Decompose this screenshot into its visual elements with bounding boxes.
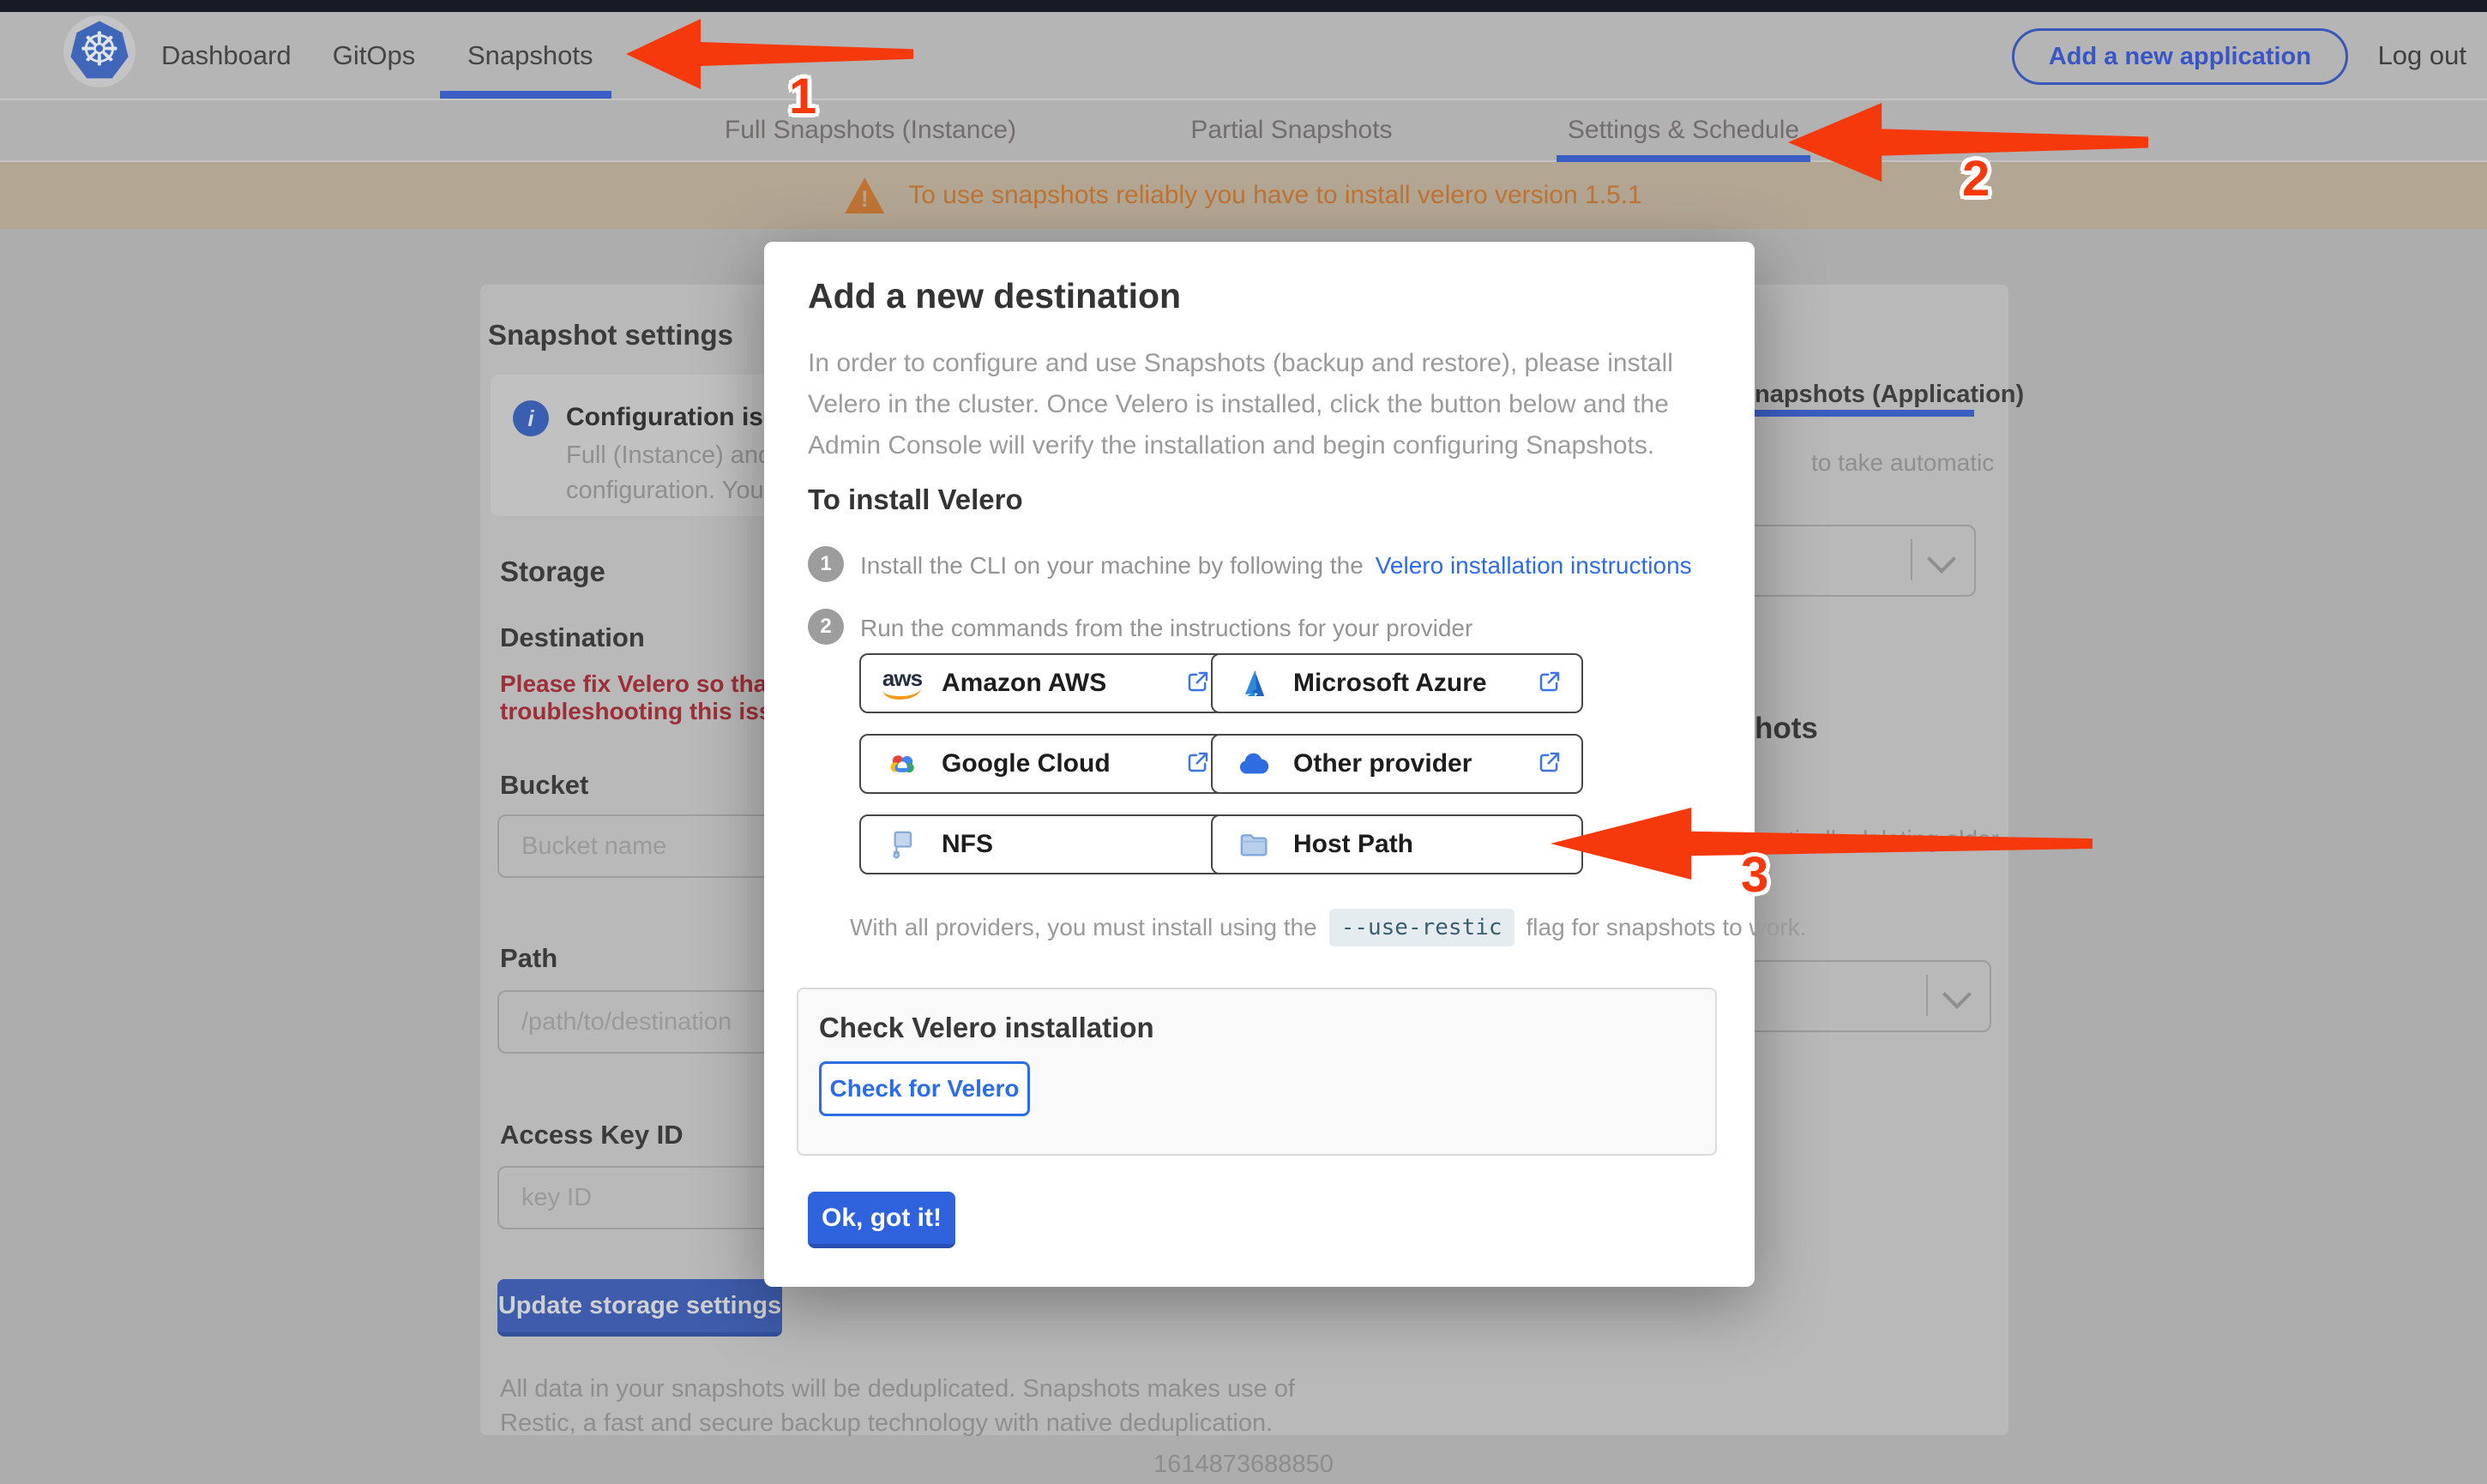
destination-heading: Destination [500, 622, 645, 652]
provider-button-aws[interactable]: aws Amazon AWS [859, 653, 1231, 713]
nav-item-gitops[interactable]: GitOps [330, 12, 418, 99]
step-1-text: Install the CLI on your machine by follo… [860, 552, 1692, 580]
step-1-badge: 1 [808, 546, 844, 582]
restic-flag-chip: --use-restic [1328, 909, 1514, 946]
provider-label: Amazon AWS [942, 669, 1107, 697]
external-link-icon [1537, 749, 1563, 779]
helm-wheel-icon: ☸ [70, 21, 129, 79]
provider-label: Microsoft Azure [1293, 669, 1487, 697]
timestamp: 1614873688850 [1153, 1451, 1334, 1478]
select-divider [1926, 975, 1928, 1016]
add-application-button[interactable]: Add a new application [2011, 28, 2348, 85]
dedup-footnote: All data in your snapshots will be dedup… [500, 1375, 1295, 1403]
annotation-label-3: 3 [1741, 847, 1769, 903]
admin-console-page: ☸ Dashboard GitOps Snapshots Add a new a… [0, 0, 2487, 1484]
tab-partial-snapshots-truncated[interactable]: napshots (Application) [1755, 381, 2024, 409]
annotation-label-1: 1 [789, 69, 817, 124]
path-label: Path [500, 943, 558, 973]
external-link-icon [1185, 669, 1211, 699]
active-nav-underline [440, 91, 611, 99]
check-velero-button[interactable]: Check for Velero [819, 1061, 1030, 1116]
schedule-hint-text: to take automatic [1811, 449, 1995, 476]
google-cloud-logo-icon [880, 746, 924, 782]
right-heading-truncated: hots [1755, 712, 1818, 745]
provider-button-host-path[interactable]: Host Path [1211, 814, 1583, 874]
annotation-label-2: 2 [1962, 151, 1990, 207]
nav-item-dashboard[interactable]: Dashboard [161, 12, 292, 99]
update-storage-button[interactable]: Update storage settings [497, 1279, 782, 1337]
provider-label: NFS [942, 830, 993, 858]
provider-button-azure[interactable]: Microsoft Azure [1211, 653, 1583, 713]
tab-settings-schedule[interactable]: Settings & Schedule [1557, 100, 1810, 160]
restic-note: With all providers, you must install usi… [850, 909, 1806, 946]
active-tab-underline [1557, 155, 1810, 162]
external-link-icon [1185, 749, 1211, 779]
window-top-strip [0, 0, 2487, 12]
external-link-icon [1537, 669, 1563, 699]
velero-instructions-link[interactable]: Velero installation instructions [1376, 552, 1692, 579]
provider-label: Other provider [1293, 749, 1472, 778]
chevron-down-icon [1927, 544, 1956, 574]
provider-button-other[interactable]: Other provider [1211, 734, 1583, 794]
velero-error-text: troubleshooting this issue [500, 698, 801, 724]
access-key-label: Access Key ID [500, 1120, 683, 1150]
nav-item-snapshots[interactable]: Snapshots [467, 12, 593, 99]
warning-icon [845, 177, 885, 213]
storage-heading: Storage [500, 556, 605, 587]
azure-logo-icon [1231, 667, 1276, 700]
restic-note-prefix: With all providers, you must install usi… [850, 914, 1317, 940]
check-velero-title: Check Velero installation [819, 1012, 1154, 1043]
info-icon: i [513, 400, 549, 436]
step-2-badge: 2 [808, 609, 844, 645]
provider-button-google-cloud[interactable]: Google Cloud [859, 734, 1231, 794]
step-2-text: Run the commands from the instructions f… [860, 615, 1473, 641]
provider-label: Google Cloud [942, 749, 1111, 778]
kubernetes-logo: ☸ [63, 15, 135, 87]
retention-select[interactable] [1715, 960, 1991, 1032]
dedup-footnote: Restic, a fast and secure backup technol… [500, 1409, 1274, 1437]
tab-full-snapshots[interactable]: Full Snapshots (Instance) [720, 100, 1021, 160]
modal-intro-text: In order to configure and use Snapshots … [808, 349, 1673, 460]
velero-error-text: Please fix Velero so that th [500, 670, 804, 697]
bucket-label: Bucket [500, 770, 589, 800]
chevron-down-icon [1942, 980, 1972, 1009]
ok-got-it-button[interactable]: Ok, got it! [808, 1192, 955, 1248]
nfs-icon [880, 827, 924, 862]
logout-button[interactable]: Log out [2378, 12, 2466, 99]
restic-note-suffix: flag for snapshots to work. [1526, 914, 1807, 940]
select-divider [1911, 539, 1912, 580]
tab-partial-snapshots[interactable]: Partial Snapshots (Application) [1123, 100, 1460, 204]
warning-banner-text: To use snapshots reliably you have to in… [908, 181, 1642, 209]
cloud-icon [1231, 746, 1276, 782]
aws-logo-icon: aws [880, 667, 924, 700]
provider-label: Host Path [1293, 830, 1414, 858]
provider-button-nfs[interactable]: NFS [859, 814, 1231, 874]
modal-title: Add a new destination [808, 276, 1182, 315]
add-destination-modal: Add a new destination In order to config… [764, 242, 1806, 1287]
step-1-label: Install the CLI on your machine by follo… [860, 552, 1364, 579]
install-velero-heading: To install Velero [808, 484, 1023, 515]
velero-warning-banner: To use snapshots reliably you have to in… [0, 162, 2487, 229]
folder-icon [1231, 827, 1276, 862]
page-title: Snapshot settings [488, 319, 734, 351]
